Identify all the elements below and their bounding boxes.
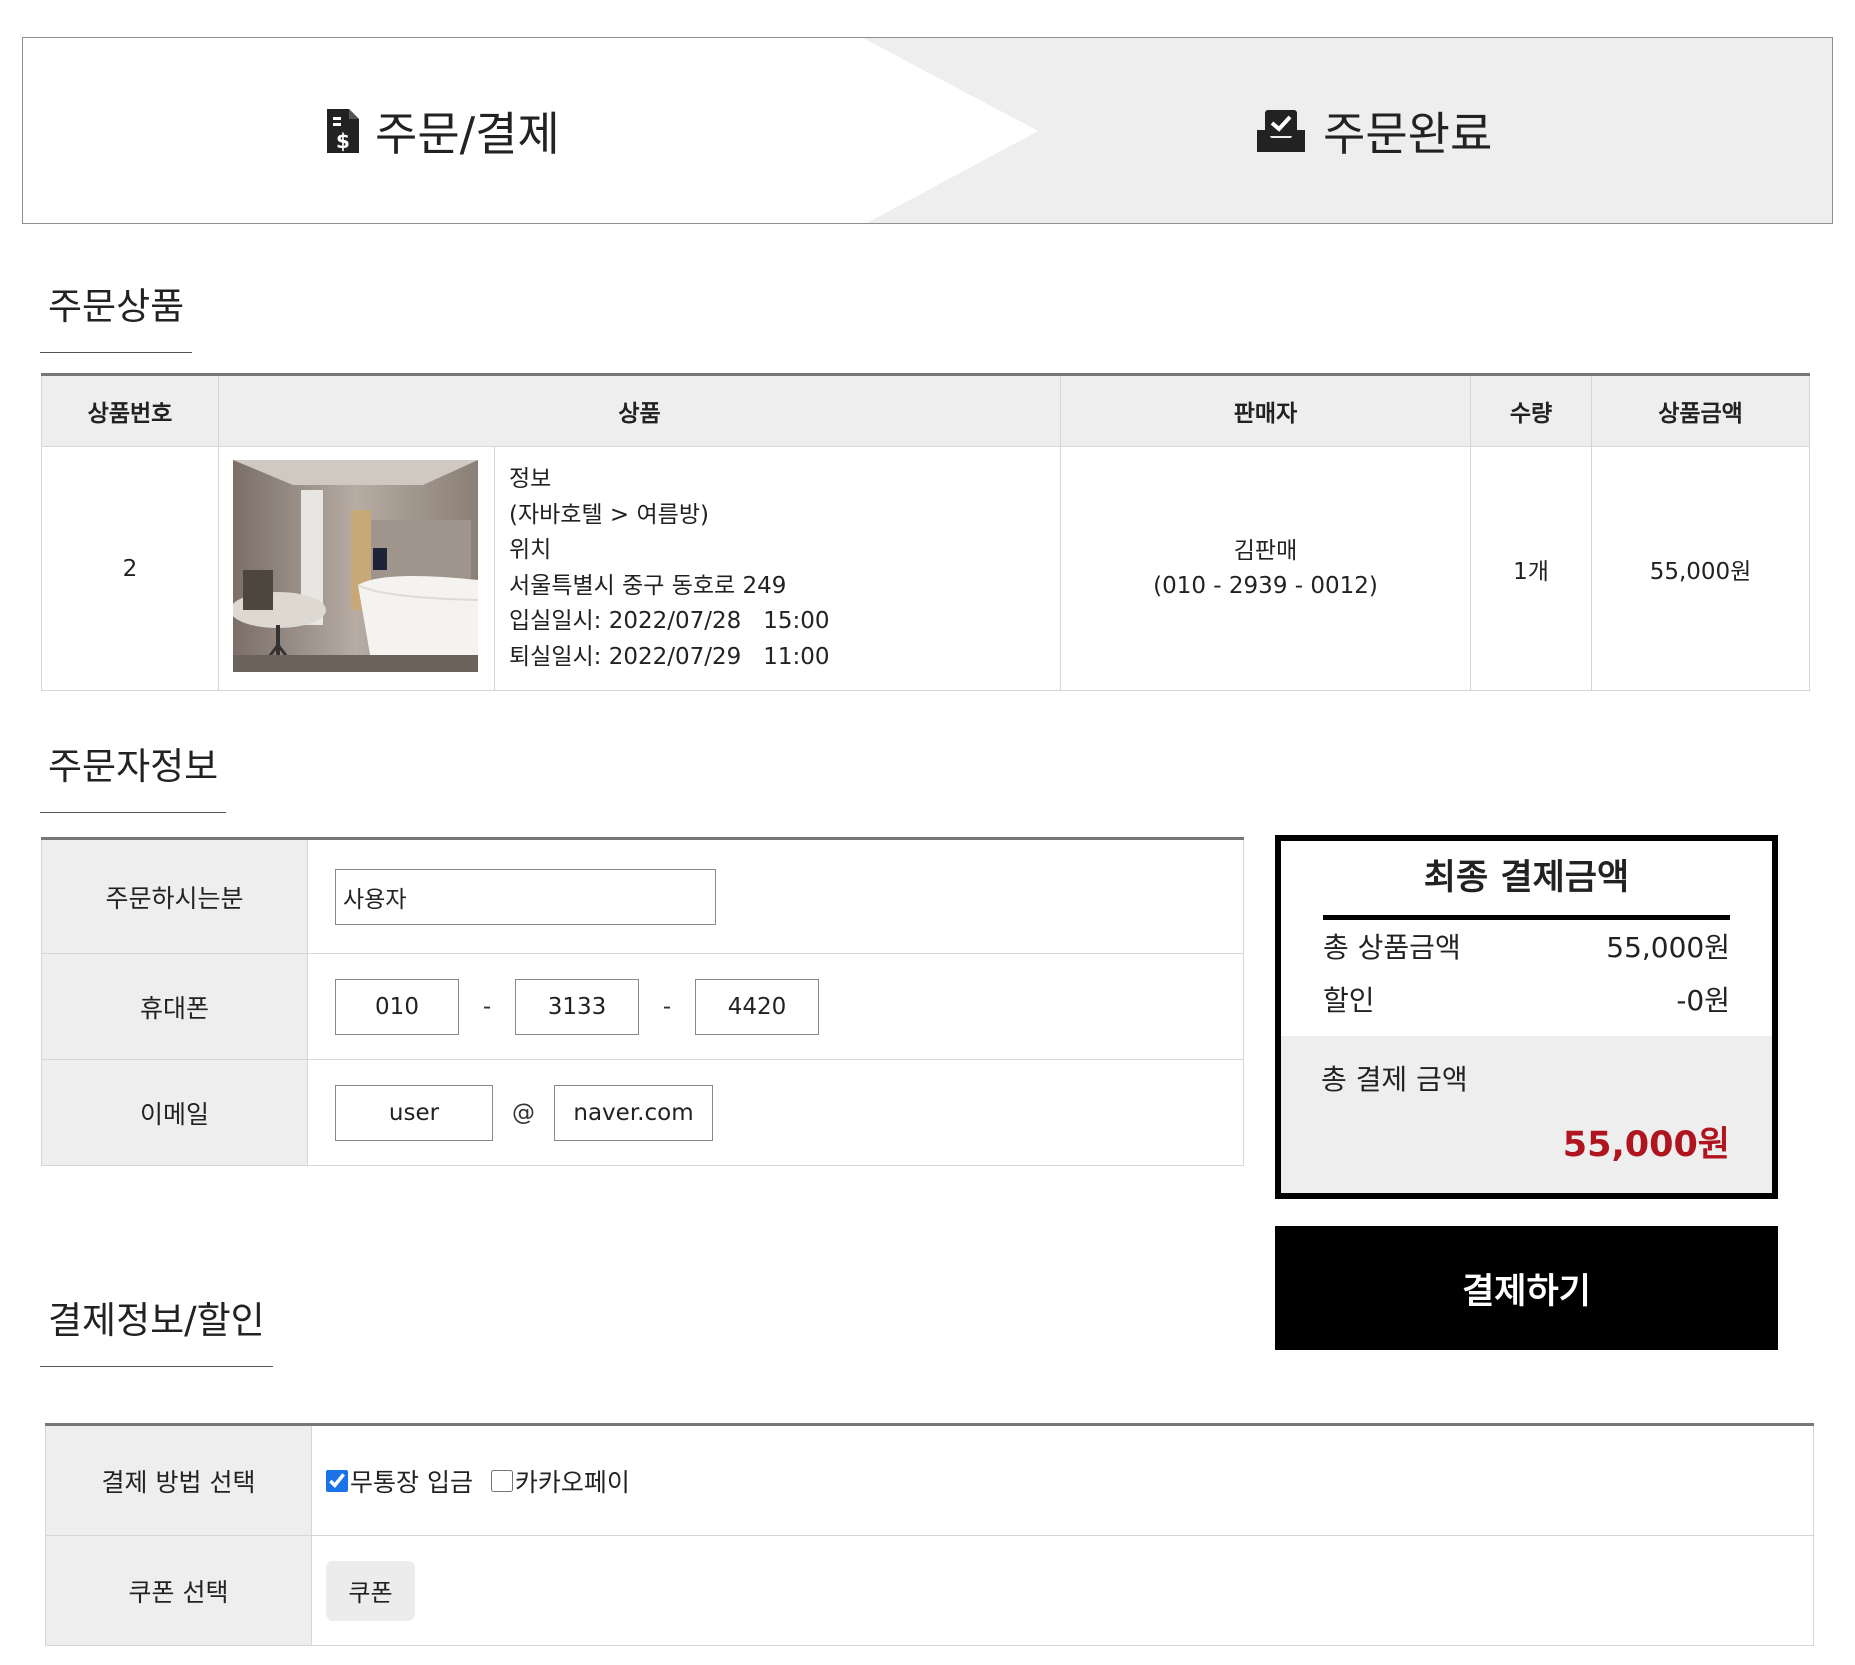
header-seller: 판매자	[1060, 374, 1472, 447]
header-product-number: 상품번호	[41, 374, 219, 447]
phone-cell: --	[307, 953, 1244, 1060]
table-header-row: 상품번호 상품 판매자 수량 상품금액	[41, 374, 1811, 447]
summary-total-area: 총 결제 금액 55,000원	[1281, 1036, 1772, 1193]
discount-label: 할인	[1323, 984, 1375, 1017]
info-line: 정보	[509, 466, 552, 492]
total-products-value: 55,000원	[1606, 931, 1730, 964]
total-products-label: 총 상품금액	[1323, 931, 1461, 964]
payment-info-table: 결제 방법 선택 무통장 입금 카카오페이 쿠폰 선택 쿠폰	[45, 1423, 1814, 1646]
kakaopay-label: 카카오페이	[514, 1467, 630, 1497]
phone-label: 휴대폰	[41, 953, 308, 1060]
buyer-info-table: 주문하시는분 휴대폰 -- 이메일 @	[41, 837, 1244, 1166]
email-label: 이메일	[41, 1059, 308, 1166]
coupon-row: 쿠폰 선택 쿠폰	[45, 1535, 1814, 1646]
discount-value: -0원	[1676, 984, 1730, 1017]
buyer-name-input[interactable]	[335, 868, 716, 925]
header-quantity: 수량	[1470, 374, 1593, 447]
step-order-payment: $ 주문/결제	[325, 96, 560, 166]
header-price: 상품금액	[1591, 374, 1811, 447]
email-row: 이메일 @	[41, 1059, 1244, 1166]
grand-total-value: 55,000원	[1562, 1125, 1730, 1165]
method-bank-transfer[interactable]: 무통장 입금	[326, 1463, 473, 1499]
buyer-name-cell	[307, 838, 1244, 954]
method-kakaopay[interactable]: 카카오페이	[490, 1463, 630, 1499]
order-items-table: 상품번호 상품 판매자 수량 상품금액 2 정보 (자바호텔 > 여름방) 위치…	[41, 373, 1811, 691]
buyer-name-row: 주문하시는분	[41, 838, 1244, 954]
buyer-info-title: 주문자정보	[40, 736, 227, 813]
summary-title: 최종 결제금액	[1423, 858, 1630, 898]
phone-separator: -	[662, 993, 672, 1020]
summary-discount-row: 할인 -0원	[1323, 979, 1730, 1019]
step1-label: 주문/결제	[375, 107, 560, 161]
info-line: 서울특별시 중구 동호로 249	[509, 572, 787, 599]
info-line: 퇴실일시: 2022/07/29 11:00	[509, 643, 830, 670]
email-at-sign: @	[512, 1099, 535, 1126]
product-image-cell	[218, 446, 495, 691]
summary-divider	[1323, 915, 1730, 920]
phone-part-3-input[interactable]	[695, 978, 819, 1035]
payment-method-cell: 무통장 입금 카카오페이	[311, 1424, 1814, 1536]
bank-transfer-label: 무통장 입금	[350, 1467, 473, 1497]
pay-button[interactable]: 결제하기	[1275, 1226, 1778, 1350]
order-steps-banner: $ 주문/결제 주문완료	[22, 37, 1833, 224]
kakaopay-checkbox[interactable]	[490, 1469, 513, 1492]
svg-text:$: $	[336, 129, 350, 153]
summary-products-row: 총 상품금액 55,000원	[1323, 926, 1730, 966]
receipt-dollar-icon: $	[327, 109, 359, 153]
table-row: 2 정보 (자바호텔 > 여름방) 위치 서울특별시 중구 동호로 249 입실…	[41, 446, 1811, 691]
price: 55,000원	[1591, 446, 1811, 691]
final-payment-summary: 최종 결제금액 총 상품금액 55,000원 할인 -0원 총 결제 금액 55…	[1275, 835, 1778, 1199]
step2-label: 주문완료	[1323, 107, 1493, 161]
product-number: 2	[41, 446, 219, 691]
coupon-button[interactable]: 쿠폰	[326, 1560, 415, 1621]
email-cell: @	[307, 1059, 1244, 1166]
email-domain-input[interactable]	[554, 1084, 713, 1141]
coupon-cell: 쿠폰	[311, 1535, 1814, 1646]
info-line: (자바호텔 > 여름방)	[509, 501, 709, 528]
coupon-label: 쿠폰 선택	[45, 1535, 312, 1646]
payment-method-row: 결제 방법 선택 무통장 입금 카카오페이	[45, 1424, 1814, 1536]
step-order-complete: 주문완료	[1253, 96, 1492, 166]
email-user-input[interactable]	[335, 1084, 493, 1141]
buyer-name-label: 주문하시는분	[41, 838, 308, 954]
header-product: 상품	[217, 374, 1062, 447]
seller-cell: 김판매 (010 - 2939 - 0012)	[1060, 446, 1472, 691]
phone-separator: -	[482, 993, 492, 1020]
seller-phone: (010 - 2939 - 0012)	[1153, 572, 1378, 599]
inbox-check-icon	[1257, 110, 1305, 152]
hotel-room-photo[interactable]	[230, 459, 479, 672]
bank-transfer-checkbox[interactable]	[326, 1469, 348, 1492]
info-line: 위치	[509, 537, 552, 563]
grand-total-label: 총 결제 금액	[1321, 1063, 1468, 1096]
info-line: 입실일시: 2022/07/28 15:00	[509, 608, 830, 634]
order-items-title: 주문상품	[40, 276, 193, 353]
quantity: 1개	[1470, 446, 1593, 691]
seller-name: 김판매	[1233, 537, 1298, 564]
phone-part-2-input[interactable]	[515, 978, 639, 1035]
phone-row: 휴대폰 --	[41, 953, 1244, 1060]
steps-arrow-background	[23, 38, 1832, 223]
phone-part-1-input[interactable]	[335, 978, 459, 1035]
payment-method-label: 결제 방법 선택	[45, 1424, 312, 1536]
product-info: 정보 (자바호텔 > 여름방) 위치 서울특별시 중구 동호로 249 입실일시…	[493, 446, 1062, 691]
payment-info-title: 결제정보/할인	[40, 1290, 273, 1367]
